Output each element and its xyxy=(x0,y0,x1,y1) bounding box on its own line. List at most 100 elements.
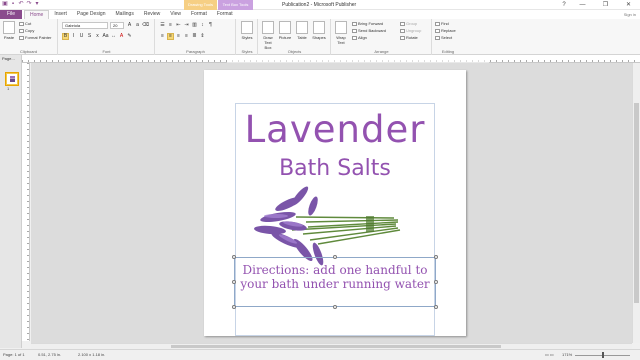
wrap-text-label: Wrap Text xyxy=(336,35,346,45)
paragraph-spacing-icon[interactable]: ⇕ xyxy=(199,33,206,40)
numbering-icon[interactable]: ≡ xyxy=(167,22,174,29)
vertical-scrollbar[interactable] xyxy=(632,63,640,343)
page-thumbnail[interactable] xyxy=(5,72,19,86)
vertical-scroll-thumb[interactable] xyxy=(634,103,639,303)
font-family-select[interactable]: Gabriola xyxy=(62,22,108,29)
ungroup-label: Ungroup xyxy=(406,28,422,33)
align-center-icon[interactable]: ≡ xyxy=(167,33,174,40)
bold-button[interactable]: B xyxy=(62,33,69,40)
group-button[interactable]: Group xyxy=(400,21,417,27)
title-text[interactable]: Lavender xyxy=(204,108,466,151)
help-button[interactable]: ? xyxy=(557,0,571,10)
redo-icon[interactable]: ↷ xyxy=(26,1,32,8)
tab-file[interactable]: File xyxy=(0,10,22,19)
resize-handle[interactable] xyxy=(434,305,438,309)
tab-view[interactable]: View xyxy=(165,10,186,19)
bullets-icon[interactable]: ☰ xyxy=(159,22,166,29)
picture-button[interactable]: Picture xyxy=(278,21,292,40)
cut-label: Cut xyxy=(25,21,32,26)
picture-icon xyxy=(279,21,291,34)
resize-handle[interactable] xyxy=(434,255,438,259)
cut-button[interactable]: Cut xyxy=(19,21,31,27)
replace-label: Replace xyxy=(441,28,456,33)
font-size-select[interactable]: 20 xyxy=(110,22,124,29)
subtitle-text[interactable]: Bath Salts xyxy=(204,156,466,181)
ribbon-tabs: File Home Insert Page Design Mailings Re… xyxy=(0,10,640,19)
grow-font-icon[interactable]: A xyxy=(126,22,133,29)
rotate-button[interactable]: Rotate xyxy=(400,35,418,41)
format-painter-button[interactable]: Format Painter xyxy=(19,35,51,41)
undo-icon[interactable]: ↶ xyxy=(18,1,24,8)
send-backward-button[interactable]: Send Backward xyxy=(352,28,386,34)
shapes-button[interactable]: Shapes xyxy=(312,21,326,40)
increase-indent-icon[interactable]: ⇥ xyxy=(183,22,190,29)
highlight-icon[interactable]: ✎ xyxy=(126,33,133,40)
window-title: Publication2 - Microsoft Publisher xyxy=(282,2,357,8)
paste-icon xyxy=(3,21,15,34)
resize-handle[interactable] xyxy=(232,255,236,259)
horizontal-scroll-thumb[interactable] xyxy=(171,345,501,348)
show-marks-icon[interactable]: ¶ xyxy=(207,22,214,29)
tab-page-design[interactable]: Page Design xyxy=(72,10,111,19)
vertical-ruler[interactable] xyxy=(22,63,30,341)
resize-handle[interactable] xyxy=(333,255,337,259)
italic-button[interactable]: I xyxy=(70,33,77,40)
find-button[interactable]: Find xyxy=(435,21,449,27)
resize-handle[interactable] xyxy=(434,280,438,284)
maximize-button[interactable]: ❐ xyxy=(594,0,617,10)
styles-button[interactable]: Styles xyxy=(240,21,254,40)
group-clipboard: Paste Cut Copy Format Painter Clipboard xyxy=(0,19,58,55)
close-button[interactable]: ✕ xyxy=(617,0,640,10)
workspace[interactable]: Lavender Bath Salts Directions: add one … xyxy=(31,63,632,343)
sign-in-link[interactable]: Sign in xyxy=(624,10,636,19)
shrink-font-icon[interactable]: a xyxy=(134,22,141,29)
columns-icon[interactable]: ▥ xyxy=(191,22,198,29)
group-font: Gabriola 20 A a ⌫ B I U S x Aa ↔ A ✎ Fon… xyxy=(59,19,155,55)
distribute-icon[interactable]: ≣ xyxy=(191,33,198,40)
table-label: Table xyxy=(297,35,307,40)
zoom-slider-knob[interactable] xyxy=(602,352,604,358)
draw-text-box-button[interactable]: Draw Text Box xyxy=(261,21,275,50)
subscript-icon[interactable]: x xyxy=(94,33,101,40)
paste-button[interactable]: Paste xyxy=(2,21,16,40)
tab-insert[interactable]: Insert xyxy=(49,10,72,19)
bring-forward-button[interactable]: Bring Forward xyxy=(352,21,383,27)
tab-mailings[interactable]: Mailings xyxy=(111,10,139,19)
replace-button[interactable]: Replace xyxy=(435,28,456,34)
resize-handle[interactable] xyxy=(232,305,236,309)
view-mode-icon[interactable]: ▭ ▭ xyxy=(545,350,554,360)
justify-icon[interactable]: ≡ xyxy=(183,33,190,40)
publication-page[interactable]: Lavender Bath Salts Directions: add one … xyxy=(204,70,466,336)
line-spacing-icon[interactable]: ↕ xyxy=(199,22,206,29)
underline-button[interactable]: U xyxy=(78,33,85,40)
select-button[interactable]: Select xyxy=(435,35,452,41)
decrease-indent-icon[interactable]: ⇤ xyxy=(175,22,182,29)
resize-handle[interactable] xyxy=(333,305,337,309)
save-icon[interactable]: ▪ xyxy=(10,1,16,8)
character-spacing-icon[interactable]: ↔ xyxy=(110,33,117,40)
group-editing: Find Replace Select Editing xyxy=(433,19,463,55)
tab-format-drawing[interactable]: Format xyxy=(186,10,212,19)
group-paragraph: ☰ ≡ ⇤ ⇥ ▥ ↕ ¶ ≡ ≡ ≡ ≡ ≣ ⇕ Paragraph xyxy=(156,19,236,55)
strikethrough-icon[interactable]: S xyxy=(86,33,93,40)
app-icon[interactable]: ▣ xyxy=(2,1,8,8)
align-left-icon[interactable]: ≡ xyxy=(159,33,166,40)
page-indicator[interactable]: Page: 1 of 1 xyxy=(3,350,25,360)
font-color-icon[interactable]: A xyxy=(118,33,125,40)
wrap-text-button[interactable]: Wrap Text xyxy=(334,21,348,45)
change-case-icon[interactable]: Aa xyxy=(102,33,109,40)
align-right-icon[interactable]: ≡ xyxy=(175,33,182,40)
zoom-level[interactable]: 171% xyxy=(562,350,572,360)
customize-icon[interactable]: ▾ xyxy=(34,1,40,8)
directions-text[interactable]: Directions: add one handful to your bath… xyxy=(236,263,434,291)
table-button[interactable]: Table xyxy=(295,21,309,40)
clear-format-icon[interactable]: ⌫ xyxy=(142,22,149,29)
tab-format-textbox[interactable]: Format xyxy=(212,10,238,19)
ungroup-button[interactable]: Ungroup xyxy=(400,28,421,34)
align-button[interactable]: Align xyxy=(352,35,367,41)
tab-home[interactable]: Home xyxy=(24,10,50,19)
horizontal-ruler[interactable] xyxy=(22,55,640,63)
copy-button[interactable]: Copy xyxy=(19,28,34,34)
minimize-button[interactable]: — xyxy=(571,0,594,10)
tab-review[interactable]: Review xyxy=(139,10,165,19)
